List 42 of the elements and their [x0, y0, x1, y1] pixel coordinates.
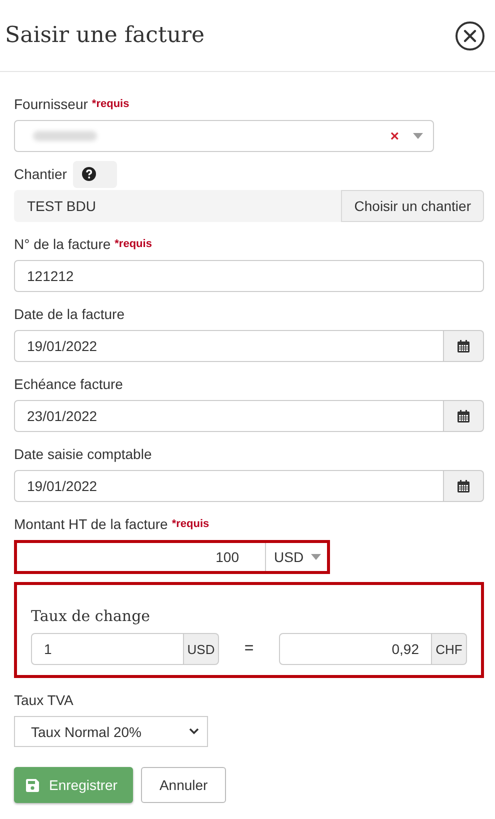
field-label: N° de la facture — [14, 236, 111, 252]
field-label: Montant HT de la facture — [14, 516, 168, 532]
field-label: Echéance facture — [14, 376, 123, 392]
cancel-button[interactable]: Annuler — [141, 767, 226, 803]
field-label: Chantier — [14, 166, 67, 182]
caret-icon — [311, 554, 321, 560]
calendar-icon — [457, 480, 470, 492]
site-value: TEST BDU — [26, 197, 97, 216]
invoice-number-field[interactable]: 121212 — [14, 260, 484, 292]
supplier-select[interactable]: × — [14, 120, 434, 152]
calendar-icon — [457, 340, 470, 352]
help-icon — [82, 167, 96, 181]
field-label: Fournisseur — [14, 96, 88, 112]
currency-addon: CHF — [432, 633, 467, 665]
date-field[interactable]: 23/01/2022 — [14, 400, 444, 432]
clear-button[interactable]: × — [390, 128, 399, 144]
required-mark: *requis — [172, 518, 210, 530]
currency-select[interactable]: USD — [265, 543, 327, 571]
equals-sign: = — [244, 640, 254, 658]
field-label: Date de la facture — [14, 306, 125, 322]
calendar-button[interactable] — [444, 400, 484, 432]
calendar-icon — [457, 410, 470, 422]
amount-field[interactable]: 100 — [17, 543, 265, 571]
rate-from-field[interactable]: 1 — [31, 633, 184, 665]
help-button[interactable] — [72, 160, 117, 188]
required-mark: *requis — [92, 98, 130, 110]
calendar-button[interactable] — [444, 470, 484, 502]
caret-icon — [413, 133, 423, 139]
chevron-icon — [189, 728, 199, 735]
rate-to-field[interactable]: 0,92 — [279, 633, 432, 665]
close-button[interactable] — [455, 20, 485, 50]
field-label: Taux TVA — [14, 692, 74, 708]
required-mark: *requis — [114, 238, 152, 250]
currency-addon: USD — [184, 633, 219, 665]
exchange-title: Taux de change — [31, 607, 152, 625]
date-field[interactable]: 19/01/2022 — [14, 330, 444, 362]
vat-select[interactable]: Taux Normal 20% — [14, 716, 208, 747]
field-label: Date saisie comptable — [14, 446, 152, 462]
choose-site-button[interactable]: Choisir un chantier — [341, 190, 484, 222]
dialog-title: Saisir une facture — [5, 23, 205, 48]
calendar-button[interactable] — [444, 330, 484, 362]
date-field[interactable]: 19/01/2022 — [14, 470, 444, 502]
